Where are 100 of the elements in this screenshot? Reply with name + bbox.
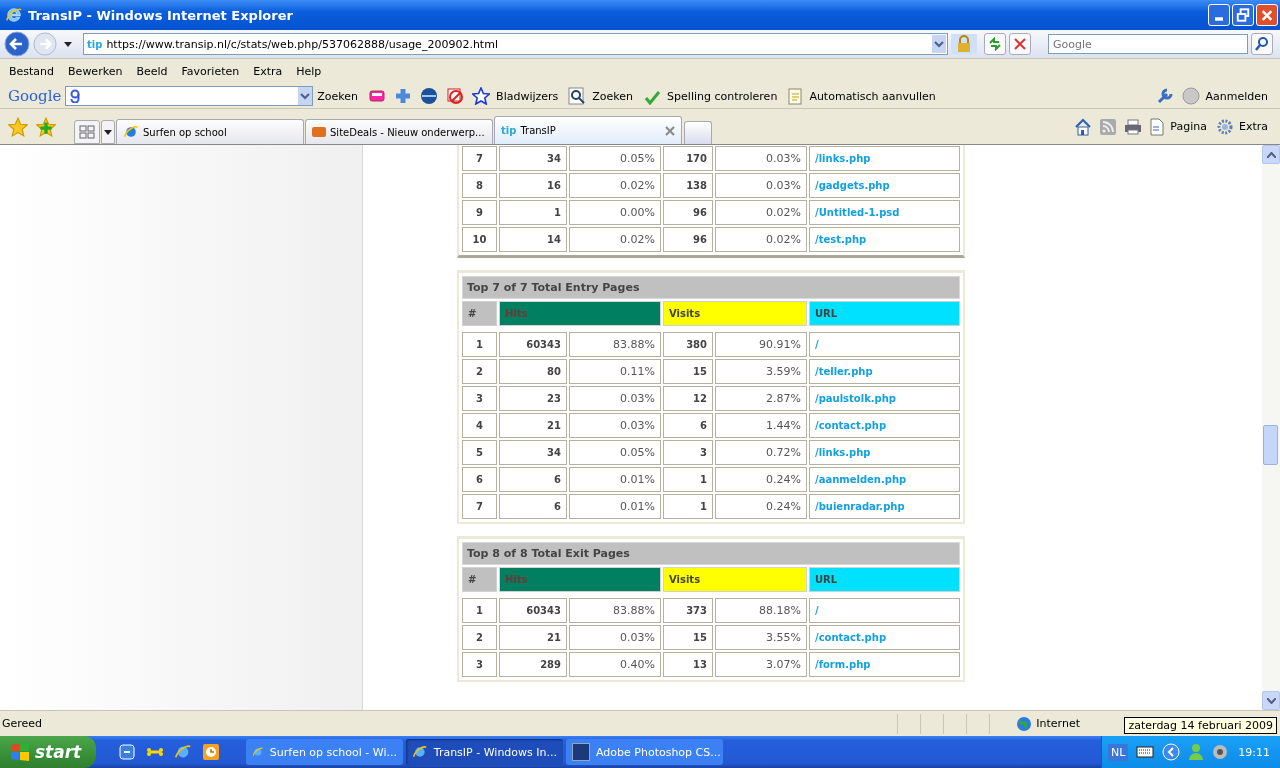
menu-item[interactable]: Bestand [2,65,62,78]
page-menu-button[interactable]: Pagina [1168,120,1213,133]
table-cell: 1 [499,200,567,225]
table-cell: 21 [499,625,567,650]
table-cell: 0.03% [715,173,807,198]
search-button[interactable] [1251,33,1273,55]
column-header: Hits [499,567,661,592]
column-header: Visits [663,301,807,326]
taskbar-button[interactable]: TransIP - Windows In... [406,739,563,765]
dropdown-caret-icon[interactable] [64,41,72,47]
search-icon [1255,37,1269,51]
speaker-icon[interactable] [1212,744,1229,760]
table-cell: 3 [462,386,497,411]
taskbar-button[interactable]: Surfen op school - Wi... [246,739,403,765]
column-header: # [462,567,497,592]
chevron-left-icon[interactable] [1162,743,1181,761]
ie-logo-icon[interactable] [174,743,192,761]
grid-icon [79,125,95,139]
address-field[interactable]: tip https://www.transip.nl/c/stats/web.php/537062888/usage_200902.html [83,33,948,55]
table-cell: 16 [499,173,567,198]
table-cell: 7 [462,494,497,519]
menu-item[interactable]: Bewerken [61,65,130,78]
column-header: Visits [663,567,807,592]
scroll-thumb[interactable] [1263,425,1278,465]
plus-icon[interactable] [394,87,413,105]
table-cell: 15 [663,359,713,384]
table-title: Top 7 of 7 Total Entry Pages [462,276,960,299]
keyboard-icon[interactable] [1136,746,1155,758]
table-cell: 0.03% [569,386,661,411]
tools-menu-button[interactable]: Extra [1236,120,1274,133]
spellcheck-button[interactable]: Spelling controleren [665,89,784,103]
vertical-scrollbar[interactable] [1262,145,1280,710]
table-cell: 0.72% [715,440,807,465]
table-cell: 170 [663,146,713,171]
menu-item[interactable]: Extra [246,65,290,78]
table-cell: 1 [663,467,713,492]
bookmarks-button[interactable]: Bladwijzers [494,89,565,103]
chevron-down-icon[interactable] [932,35,946,53]
browser-tab[interactable]: tip TransIP [494,116,682,144]
autofill-button[interactable]: Automatisch aanvullen [807,89,942,103]
table-cell: 0.02% [715,200,807,225]
table-cell: 289 [499,652,567,677]
find-button[interactable]: Zoeken [590,89,640,103]
browser-tab[interactable]: SiteDeals - Nieuw onderwerp... [305,119,493,144]
clock-icon[interactable] [202,743,220,761]
tab-list-button[interactable] [101,120,115,144]
printer-icon[interactable] [1124,118,1143,135]
menu-item[interactable]: Favorieten [174,65,247,78]
new-tab-button[interactable] [684,121,712,144]
magnifier-icon[interactable] [568,87,587,105]
table-cell: 2 [462,625,497,650]
table-cell: 3 [663,440,713,465]
app-icon [572,743,590,761]
table-cell: 96 [663,200,713,225]
restore-button[interactable] [1232,4,1254,26]
table-cell: 0.40% [569,652,661,677]
menu-item[interactable]: Help [289,65,329,78]
table-cell: 15 [663,625,713,650]
table-cell: 12 [663,386,713,411]
minimize-button[interactable] [1208,4,1230,26]
menu-item[interactable]: Beeld [129,65,175,78]
home-icon[interactable] [1074,117,1093,136]
google-search-field[interactable] [65,86,314,106]
close-button[interactable] [1256,4,1278,26]
table-cell: 0.05% [569,440,661,465]
search-button[interactable]: Zoeken [315,89,365,103]
wrench-icon[interactable] [1155,87,1174,105]
taskbar-button[interactable]: Adobe Photoshop CS... [566,739,723,765]
search-field[interactable]: Google [1048,34,1248,54]
add-favorite-icon[interactable] [36,116,56,137]
gear-icon[interactable] [1216,118,1233,135]
table-cell: 0.01% [569,494,661,519]
table-cell: 6 [462,467,497,492]
browser-tab[interactable]: Surfen op school [116,119,304,144]
ie-logo-icon [5,6,23,24]
table-title: Top 8 of 8 Total Exit Pages [462,542,960,565]
table-cell: 0.03% [569,413,661,438]
padlock-icon[interactable] [951,34,977,54]
refresh-button[interactable] [984,33,1006,55]
favorites-star-icon[interactable] [8,116,28,137]
language-indicator[interactable]: NL [1107,743,1129,761]
toolbar-icon[interactable] [368,88,387,104]
star-icon[interactable] [472,87,491,105]
sign-in-button[interactable]: Aanmelden [1203,89,1274,103]
back-button[interactable] [4,31,30,57]
start-button[interactable]: start [0,736,96,768]
page-icon[interactable] [1150,117,1165,136]
table-cell: 13 [663,652,713,677]
table-cell: 0.01% [569,467,661,492]
table-cell: 6 [499,494,567,519]
site-favicon: tip [87,38,103,50]
chevron-down-icon[interactable] [298,87,313,105]
stop-button[interactable] [1009,33,1031,55]
table-cell: 0.03% [569,625,661,650]
column-header: URL [809,567,960,592]
windows-logo-icon [10,743,30,761]
close-tab-icon[interactable] [665,125,675,136]
popup-blocker-icon[interactable] [446,87,465,105]
table-cell: 0.24% [715,494,807,519]
table-cell: 0.03% [715,146,807,171]
